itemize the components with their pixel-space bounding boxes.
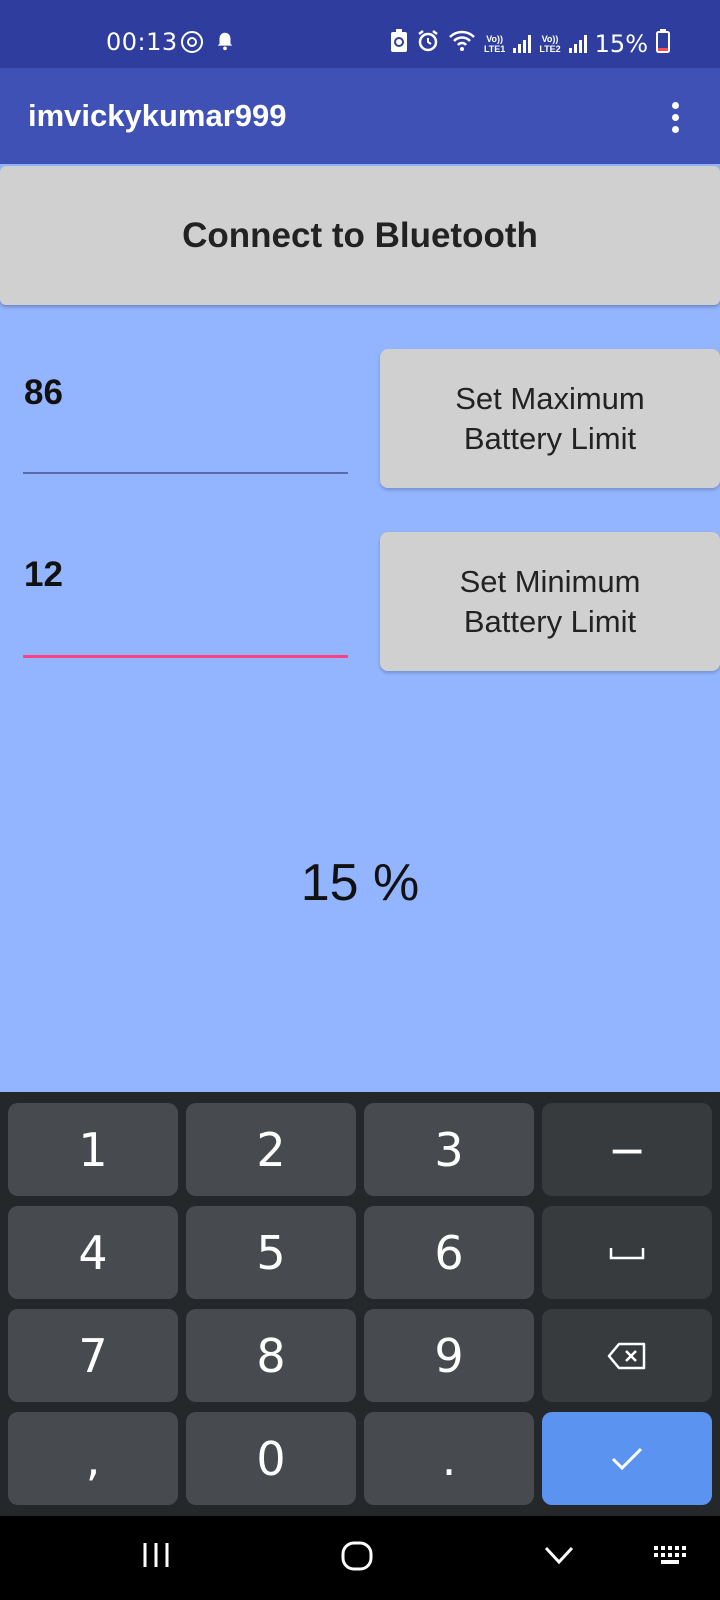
key-1[interactable]: 1 (8, 1103, 178, 1196)
max-limit-value[interactable]: 86 (24, 373, 63, 413)
key-done[interactable] (542, 1412, 712, 1505)
key-space[interactable] (542, 1206, 712, 1299)
battery-percent: 15% (594, 29, 648, 58)
min-limit-value[interactable]: 12 (24, 555, 63, 595)
recents-icon[interactable] (140, 1540, 172, 1575)
backspace-icon (607, 1342, 646, 1369)
notification-bell-icon (214, 30, 236, 59)
navigation-bar (0, 1516, 720, 1600)
signal-icon (568, 34, 587, 53)
home-icon[interactable] (340, 1540, 374, 1577)
key-2[interactable]: 2 (186, 1103, 356, 1196)
numeric-keyboard: 1 2 3 − 4 5 6 7 8 9 , 0 . (0, 1092, 720, 1516)
set-max-limit-button[interactable]: Set Maximum Battery Limit (380, 349, 720, 488)
key-7[interactable]: 7 (8, 1309, 178, 1402)
key-5[interactable]: 5 (186, 1206, 356, 1299)
alarm-icon (416, 29, 440, 58)
lte1-indicator: Vo)) LTE1 (483, 33, 506, 54)
min-limit-underline (23, 655, 348, 658)
wifi-icon (448, 29, 476, 58)
min-limit-field[interactable]: 12 (23, 531, 348, 661)
key-backspace[interactable] (542, 1309, 712, 1402)
key-6[interactable]: 6 (364, 1206, 534, 1299)
checkmark-icon (611, 1447, 643, 1470)
lte2-indicator: Vo)) LTE2 (539, 33, 561, 54)
status-time: 00:13 (106, 28, 178, 56)
key-period[interactable]: . (364, 1412, 534, 1505)
battery-saver-icon (390, 29, 408, 58)
status-bar: 00:13 Vo)) LTE1 Vo)) LTE2 15% (0, 0, 720, 68)
sync-icon (180, 30, 204, 59)
key-4[interactable]: 4 (8, 1206, 178, 1299)
signal-icon (513, 34, 532, 53)
battery-percent-display: 15 % (300, 854, 420, 912)
hide-keyboard-icon[interactable] (542, 1540, 576, 1575)
battery-icon (656, 29, 670, 58)
keyboard-switch-icon[interactable] (652, 1540, 692, 1575)
space-icon (609, 1247, 645, 1259)
key-comma[interactable]: , (8, 1412, 178, 1505)
key-8[interactable]: 8 (186, 1309, 356, 1402)
app-bar: imvickykumar999 (0, 68, 720, 164)
connect-bluetooth-button[interactable]: Connect to Bluetooth (0, 166, 720, 305)
key-0[interactable]: 0 (186, 1412, 356, 1505)
key-9[interactable]: 9 (364, 1309, 534, 1402)
app-title: imvickykumar999 (28, 98, 287, 133)
key-3[interactable]: 3 (364, 1103, 534, 1196)
max-limit-field[interactable]: 86 (23, 348, 348, 478)
overflow-menu-icon[interactable] (672, 102, 680, 138)
key-minus[interactable]: − (542, 1103, 712, 1196)
set-min-limit-button[interactable]: Set Minimum Battery Limit (380, 532, 720, 671)
max-limit-underline (23, 472, 348, 474)
